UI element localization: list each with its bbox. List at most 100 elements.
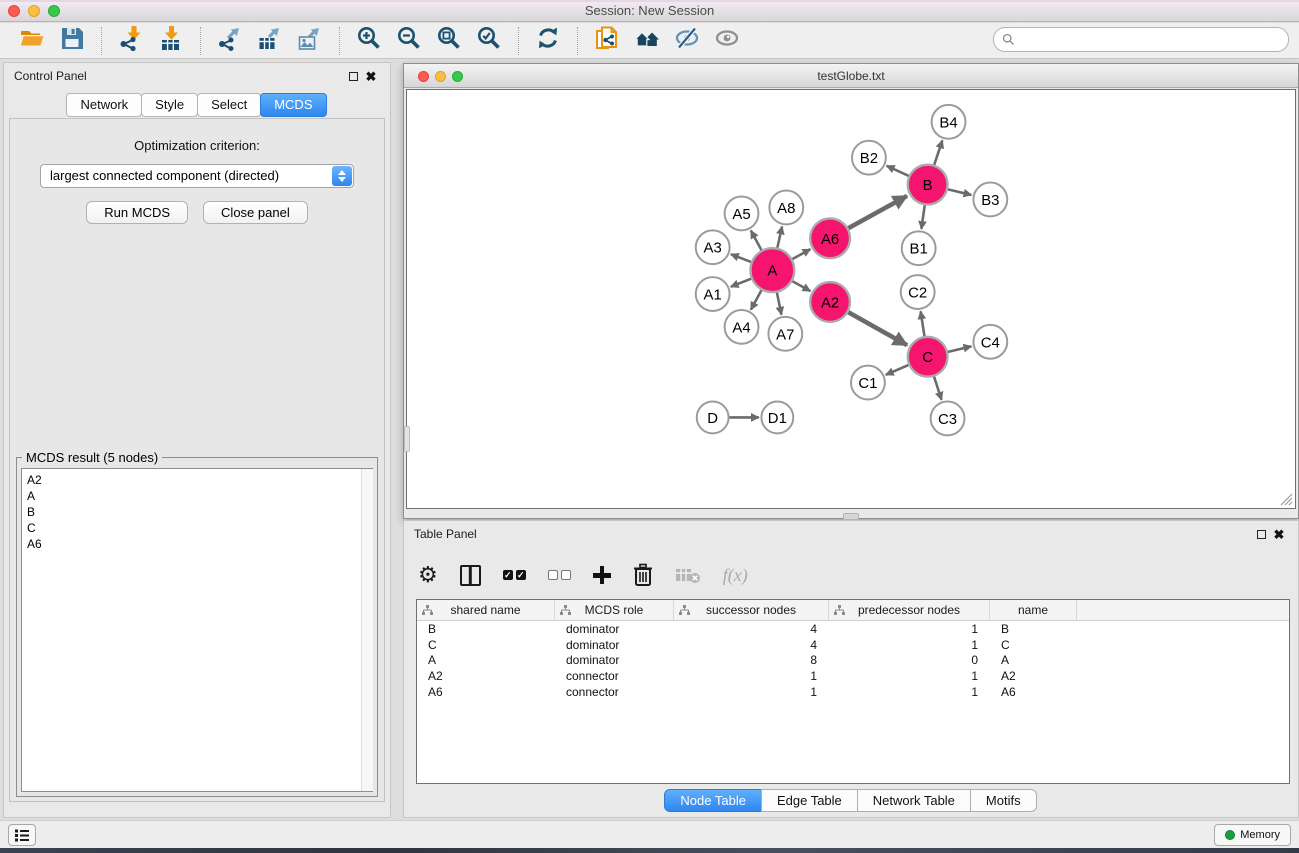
- cell-predecessor-nodes[interactable]: 1: [829, 685, 990, 699]
- table-row[interactable]: A6connector11A6: [417, 684, 1289, 700]
- deselect-all-button[interactable]: [548, 561, 571, 589]
- cell-shared-name[interactable]: A2: [417, 669, 555, 683]
- result-list-item[interactable]: A: [27, 488, 372, 504]
- result-list-item[interactable]: A6: [27, 536, 372, 552]
- cell-shared-name[interactable]: B: [417, 622, 555, 636]
- tab-style[interactable]: Style: [141, 93, 198, 117]
- graph-edge-B-B2[interactable]: [887, 166, 911, 177]
- graph-edge-A2-C[interactable]: [847, 311, 907, 345]
- cell-shared-name[interactable]: A: [417, 653, 555, 667]
- cell-name[interactable]: C: [990, 638, 1077, 652]
- table-row[interactable]: Adominator80A: [417, 653, 1289, 669]
- graph-node-B3[interactable]: B3: [973, 183, 1007, 217]
- graph-node-B4[interactable]: B4: [932, 105, 966, 139]
- graph-edge-A-A1[interactable]: [731, 278, 753, 287]
- open-session-button[interactable]: [12, 25, 52, 57]
- cell-predecessor-nodes[interactable]: 1: [829, 638, 990, 652]
- graph-edge-C-C4[interactable]: [946, 346, 971, 352]
- graph-edge-A-A3[interactable]: [731, 254, 753, 262]
- graph-node-D[interactable]: D: [697, 402, 729, 434]
- result-list-item[interactable]: B: [27, 504, 372, 520]
- minimize-window-button[interactable]: [435, 71, 446, 82]
- column-header-name[interactable]: name: [990, 600, 1077, 620]
- zoom-window-button[interactable]: [48, 5, 60, 17]
- graph-node-A8[interactable]: A8: [769, 191, 803, 225]
- export-network-button[interactable]: [210, 25, 250, 57]
- search-input[interactable]: [1020, 32, 1280, 47]
- resize-grip-icon[interactable]: [1277, 490, 1293, 506]
- minimize-window-button[interactable]: [28, 5, 40, 17]
- delete-rows-button[interactable]: [633, 561, 653, 589]
- graph-edge-B-B3[interactable]: [946, 189, 971, 195]
- task-history-button[interactable]: [8, 824, 36, 846]
- fit-content-button[interactable]: [429, 25, 469, 57]
- import-table-button[interactable]: [151, 25, 191, 57]
- tab-node-table[interactable]: Node Table: [664, 789, 762, 812]
- cell-successor-nodes[interactable]: 8: [674, 653, 829, 667]
- apply-function-button[interactable]: f(x): [723, 561, 748, 589]
- zoom-out-button[interactable]: [389, 25, 429, 57]
- close-window-button[interactable]: [418, 71, 429, 82]
- cell-name[interactable]: A6: [990, 685, 1077, 699]
- cell-shared-name[interactable]: C: [417, 638, 555, 652]
- select-all-button[interactable]: ✓✓: [503, 561, 526, 589]
- cell-MCDS-role[interactable]: dominator: [555, 653, 674, 667]
- table-settings-button[interactable]: ⚙: [418, 561, 438, 589]
- network-graph[interactable]: B4B2BB3A5A8A6A3B1AA1C2A2A4A7C4CC1C3DD1: [407, 90, 1295, 508]
- cell-MCDS-role[interactable]: connector: [555, 669, 674, 683]
- column-header-predecessor-nodes[interactable]: predecessor nodes: [829, 600, 990, 620]
- graph-node-B[interactable]: B: [908, 165, 948, 205]
- save-session-button[interactable]: [52, 25, 92, 57]
- cell-name[interactable]: A2: [990, 669, 1077, 683]
- cell-name[interactable]: B: [990, 622, 1077, 636]
- column-header-MCDS-role[interactable]: MCDS role: [555, 600, 674, 620]
- graph-node-C3[interactable]: C3: [931, 402, 965, 436]
- graph-node-C2[interactable]: C2: [901, 275, 935, 309]
- float-panel-button[interactable]: [344, 68, 362, 84]
- close-panel-action-button[interactable]: Close panel: [203, 201, 308, 224]
- zoom-window-button[interactable]: [452, 71, 463, 82]
- graph-edge-A-A7[interactable]: [777, 291, 782, 315]
- graph-node-A3[interactable]: A3: [696, 230, 730, 264]
- copy-network-button[interactable]: [587, 25, 627, 57]
- network-window-titlebar[interactable]: testGlobe.txt: [404, 64, 1298, 88]
- splitter-handle[interactable]: [404, 426, 410, 452]
- graph-edge-A-A2[interactable]: [791, 280, 811, 291]
- tab-select[interactable]: Select: [197, 93, 261, 117]
- add-row-button[interactable]: [593, 561, 611, 589]
- table-row[interactable]: A2connector11A2: [417, 668, 1289, 684]
- graph-node-A1[interactable]: A1: [696, 277, 730, 311]
- zoom-selected-button[interactable]: [469, 25, 509, 57]
- graph-node-A6[interactable]: A6: [810, 218, 850, 258]
- cell-predecessor-nodes[interactable]: 1: [829, 669, 990, 683]
- tab-mcds[interactable]: MCDS: [260, 93, 326, 117]
- column-header-shared-name[interactable]: shared name: [417, 600, 555, 620]
- graph-node-A7[interactable]: A7: [768, 317, 802, 351]
- column-header-successor-nodes[interactable]: successor nodes: [674, 600, 829, 620]
- cell-successor-nodes[interactable]: 4: [674, 622, 829, 636]
- cell-name[interactable]: A: [990, 653, 1077, 667]
- tab-edge-table[interactable]: Edge Table: [761, 789, 858, 812]
- hide-graphics-details-button[interactable]: [667, 25, 707, 57]
- graph-edge-C-C3[interactable]: [933, 375, 941, 400]
- home-view-button[interactable]: [627, 25, 667, 57]
- result-list-scrollbar[interactable]: [361, 469, 373, 791]
- graph-node-D1[interactable]: D1: [761, 402, 793, 434]
- tab-network-table[interactable]: Network Table: [857, 789, 971, 812]
- close-panel-button[interactable]: ✖: [362, 68, 380, 84]
- network-canvas[interactable]: B4B2BB3A5A8A6A3B1AA1C2A2A4A7C4CC1C3DD1: [406, 89, 1296, 509]
- tab-motifs[interactable]: Motifs: [970, 789, 1037, 812]
- graph-edge-C-C2[interactable]: [921, 311, 925, 338]
- graph-node-A2[interactable]: A2: [810, 282, 850, 322]
- graph-edge-A-A4[interactable]: [751, 288, 763, 309]
- cell-shared-name[interactable]: A6: [417, 685, 555, 699]
- graph-edge-A-A6[interactable]: [791, 249, 811, 260]
- cell-predecessor-nodes[interactable]: 1: [829, 622, 990, 636]
- cell-MCDS-role[interactable]: connector: [555, 685, 674, 699]
- export-image-button[interactable]: [290, 25, 330, 57]
- delete-table-button[interactable]: [675, 561, 701, 589]
- cell-MCDS-role[interactable]: dominator: [555, 622, 674, 636]
- graph-edge-A-A8[interactable]: [777, 226, 782, 249]
- tab-network[interactable]: Network: [66, 93, 142, 117]
- result-list-item[interactable]: C: [27, 520, 372, 536]
